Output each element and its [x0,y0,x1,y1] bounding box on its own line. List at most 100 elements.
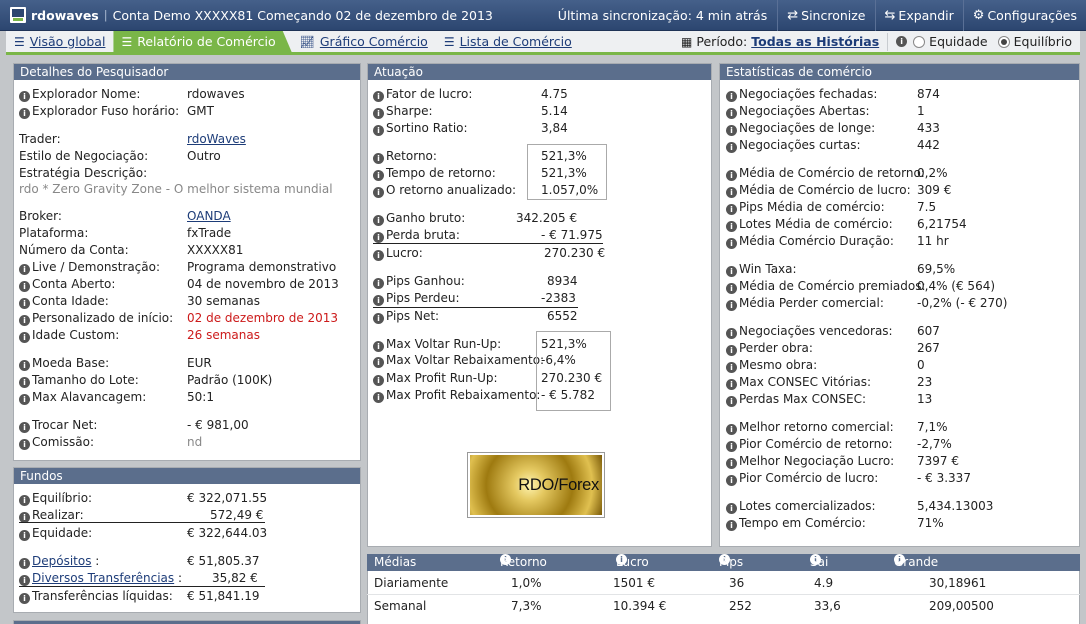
info-icon[interactable]: i [726,221,737,232]
period-value-link[interactable]: Todas as Histórias [751,34,879,49]
pips-lost-underline [373,307,578,308]
info-icon[interactable]: i [373,392,384,403]
info-icon[interactable]: i [726,328,737,339]
info-icon[interactable]: i [726,362,737,373]
info-icon[interactable]: i [373,341,384,352]
nav-bar: ☰ Visão global ☰ Relatório de Comércio 📈︎ G… [6,31,1080,55]
info-icon[interactable]: i [726,396,737,407]
performance-row-label-text: Pips Ganhou: [386,274,465,288]
info-icon[interactable]: i [726,266,737,277]
averages-cell: Semanal [374,599,427,613]
info-icon[interactable]: i [726,503,737,514]
info-icon[interactable]: i [726,458,737,469]
app-logo-icon [10,7,26,23]
info-icon[interactable]: i [19,575,30,586]
info-icon[interactable]: i [726,441,737,452]
stats-row-label: i Pips Média de comércio: [726,200,885,215]
info-icon[interactable]: i [19,495,30,506]
info-icon[interactable]: i [373,108,384,119]
researcher-row-label: i Idade Custom: [19,328,119,343]
tab-trade-chart[interactable]: 📈︎ Gráfico Comércio [292,31,436,52]
stats-row-label: i Melhor Negociação Lucro: [726,454,894,469]
info-icon[interactable]: i [373,250,384,261]
info-icon[interactable]: i [726,91,737,102]
info-icon[interactable]: i [726,475,737,486]
info-icon[interactable]: i [373,153,384,164]
stats-row-label: i Pior Comércio de lucro: [726,471,878,486]
info-icon[interactable]: i [896,36,908,47]
balance-radio[interactable] [997,35,1010,48]
stats-row-label: i Lotes comercializados: [726,499,876,514]
info-icon[interactable]: i [19,394,30,405]
equity-radio[interactable] [913,35,926,48]
info-icon[interactable]: i [373,187,384,198]
researcher-row-label-text: Conta Aberto: [32,277,116,291]
averages-row: Semanal 7,3% 10.394 € 252 33,6 209,00500 [367,595,1080,618]
top-bar: rdowaves | Conta Demo XXXXX81 Começando … [0,0,1086,31]
balance-radio-label: Equilíbrio [1013,34,1072,49]
info-icon[interactable]: i [373,278,384,289]
expand-button[interactable]: ⇆ Expandir [874,0,963,31]
stats-row-label: i Média Perder comercial: [726,296,884,311]
researcher-row-value[interactable]: rdoWaves [187,132,246,146]
settings-button[interactable]: ⚙ Configurações [962,0,1086,31]
info-icon[interactable]: i [19,91,30,102]
info-icon[interactable]: i [19,558,30,569]
info-icon[interactable]: i [373,125,384,136]
info-icon[interactable]: i [726,170,737,181]
tab-trade-list[interactable]: ☰ Lista de Comércio [436,31,580,52]
stats-row-value: 11 hr [917,234,949,248]
info-icon[interactable]: i [726,238,737,249]
info-icon[interactable]: i [726,187,737,198]
info-icon[interactable]: i [373,170,384,181]
info-icon[interactable]: i [726,520,737,531]
info-icon[interactable]: i [19,315,30,326]
performance-row-label: i Sharpe: [373,104,433,119]
funds-row-label: i Realizar: [19,508,84,523]
performance-row-label-text: Fator de lucro: [386,87,473,101]
info-icon[interactable]: i [726,142,737,153]
info-icon[interactable]: i [726,300,737,311]
info-icon[interactable]: i [726,108,737,119]
performance-row-label: i Max Voltar Rebaixamento: [373,353,544,368]
performance-row-label-text: Sortino Ratio: [386,121,468,135]
info-icon[interactable]: i [373,91,384,102]
info-icon[interactable]: i [19,422,30,433]
tab-overview[interactable]: ☰ Visão global [6,31,113,52]
info-icon[interactable]: i [19,377,30,388]
info-icon[interactable]: i [19,439,30,450]
stats-row-label-text: Média Comércio Duração: [739,234,894,248]
performance-row-label-text: Max Voltar Rebaixamento: [386,353,545,367]
brand-name[interactable]: rdowaves [31,8,99,23]
stats-row-label-text: Negociações curtas: [739,138,861,152]
info-icon[interactable]: i [373,215,384,226]
info-icon[interactable]: i [726,424,737,435]
info-icon[interactable]: i [19,530,30,541]
info-icon[interactable]: i [373,357,384,368]
info-icon[interactable]: i [19,332,30,343]
info-icon[interactable]: i [19,298,30,309]
info-icon[interactable]: i [19,593,30,604]
info-icon[interactable]: i [726,125,737,136]
tab-trade-report[interactable]: ☰ Relatório de Comércio [113,31,292,52]
sync-button[interactable]: ⇄ Sincronize [777,0,874,31]
rdo-forex-logo-text: RDO/Forex [518,475,599,494]
researcher-row-value: GMT [187,104,214,118]
info-icon[interactable]: i [373,232,384,243]
funds-row-label[interactable]: i Diversos Transferências : [19,571,182,586]
info-icon[interactable]: i [726,345,737,356]
info-icon[interactable]: i [373,313,384,324]
info-icon[interactable]: i [19,264,30,275]
researcher-row-value: nd [187,435,203,449]
info-icon[interactable]: i [726,379,737,390]
researcher-row-label-text: Estratégia Descrição: [19,166,148,180]
info-icon[interactable]: i [19,360,30,371]
info-icon[interactable]: i [726,283,737,294]
info-icon[interactable]: i [373,375,384,386]
researcher-row-value[interactable]: OANDA [187,209,231,223]
funds-row-label[interactable]: i Depósitos : [19,554,99,569]
info-icon[interactable]: i [726,204,737,215]
info-icon[interactable]: i [19,108,30,119]
info-icon[interactable]: i [19,281,30,292]
info-icon[interactable]: i [373,295,384,306]
